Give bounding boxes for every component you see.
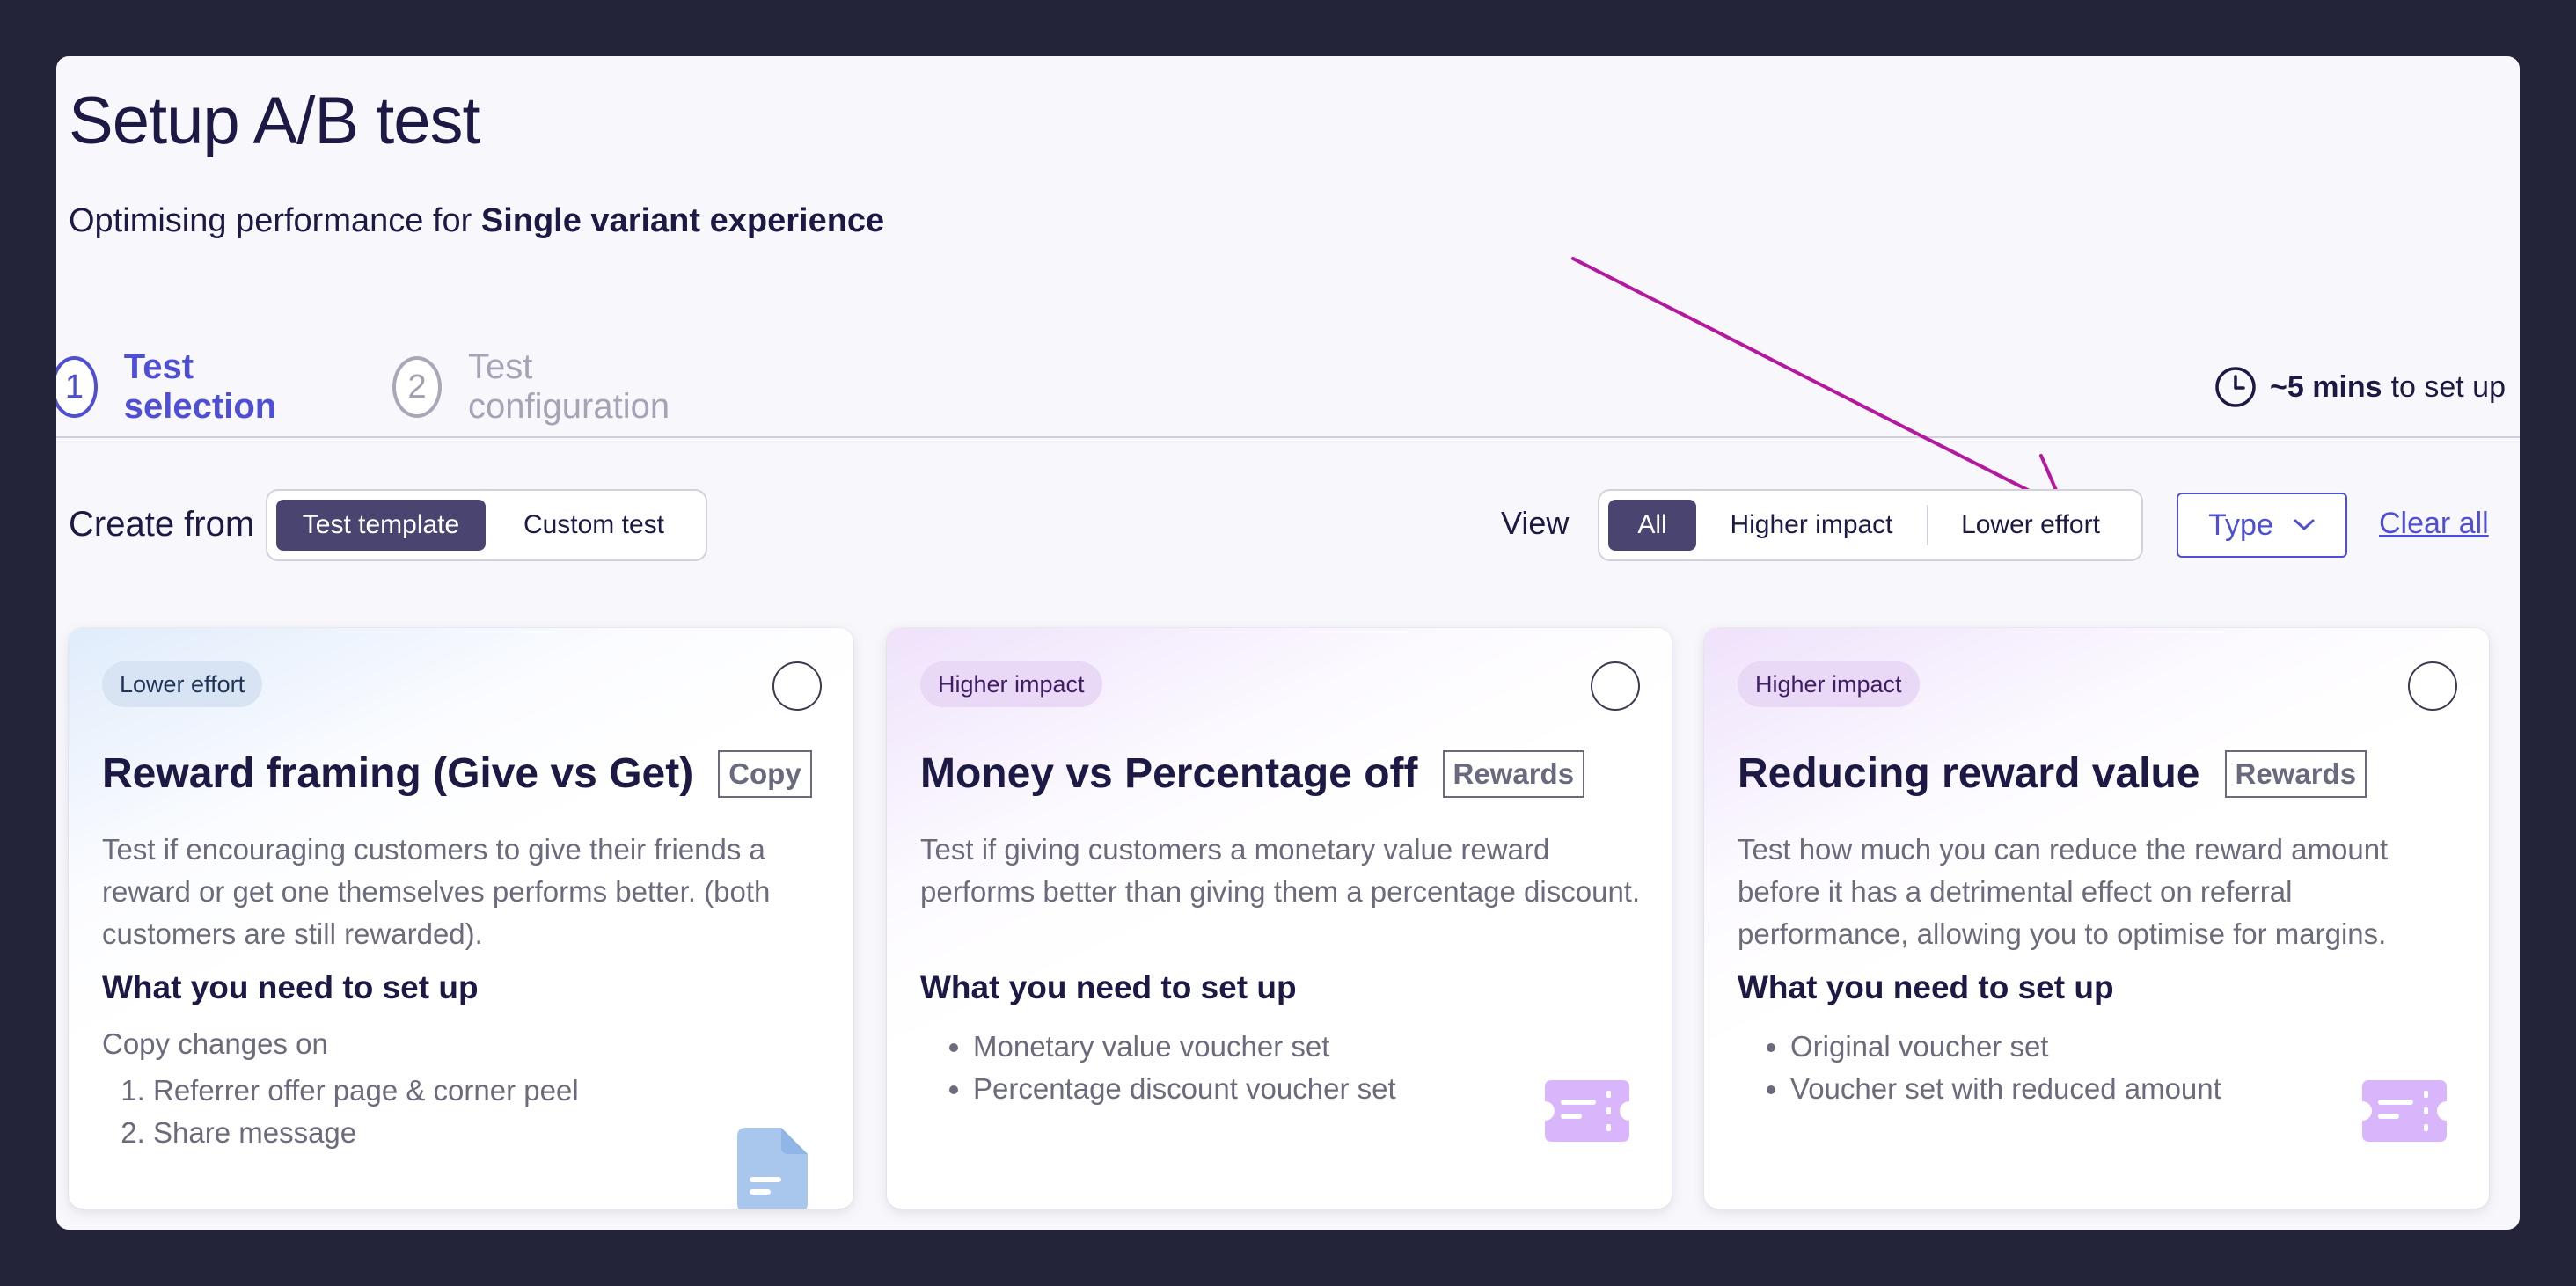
custom-test-button[interactable]: Custom test [491,500,697,551]
list-item: Referrer offer page & corner peel [153,1070,579,1112]
step-number: 1 [56,356,98,418]
voucher-icon [2362,1080,2447,1142]
test-template-button[interactable]: Test template [276,500,486,551]
category-tag: Rewards [2224,749,2367,798]
card-title: Reward framing (Give vs Get) [102,750,694,797]
template-card-money-vs-percentage[interactable]: Higher impact Money vs Percentage off Re… [887,628,1672,1209]
template-card-reward-framing[interactable]: Lower effort Reward framing (Give vs Get… [69,628,853,1209]
clock-icon [2215,367,2256,407]
category-tag: Copy [718,749,812,798]
view-filter-toggle: All Higher impact Lower effort [1598,489,2143,561]
requirements-list: Monetary value voucher set Percentage di… [904,1026,1396,1110]
view-lower-effort-button[interactable]: Lower effort [1928,500,2133,551]
setup-time: ~5 mins to set up [2214,352,2506,422]
chevron-down-icon [2294,519,2315,530]
step-label: Test configuration [468,347,670,426]
view-label: View [1501,505,1570,541]
card-title-row: Money vs Percentage off Rewards [920,749,1585,798]
list-item: Original voucher set [1790,1026,2221,1068]
page-title: Setup A/B test [69,84,481,158]
category-tag: Rewards [1442,749,1585,798]
requirements-list: Referrer offer page & corner peel Share … [86,1070,579,1154]
page-subtitle: Optimising performance for Single varian… [69,202,884,240]
setup-requirements-heading: What you need to set up [1738,969,2114,1005]
card-description: Test if encouraging customers to give th… [102,833,771,950]
select-radio[interactable] [772,661,822,711]
setup-time-value: ~5 mins [2270,369,2382,404]
card-title: Money vs Percentage off [920,750,1418,797]
type-dropdown-label: Type [2208,508,2273,542]
setup-time-suffix: to set up [2390,369,2506,404]
step-test-configuration[interactable]: 2 Test configuration [392,347,682,426]
create-from-label: Create from [69,505,255,544]
card-title: Reducing reward value [1738,750,2200,797]
template-card-reducing-reward-value[interactable]: Higher impact Reducing reward value Rewa… [1704,628,2489,1209]
clear-all-link[interactable]: Clear all [2379,507,2489,541]
stepper-divider [56,436,2520,438]
setup-panel: Setup A/B test Optimising performance fo… [56,56,2520,1230]
card-title-row: Reward framing (Give vs Get) Copy [102,749,812,798]
requirements-list: Original voucher set Voucher set with re… [1722,1026,2221,1110]
list-item: Voucher set with reduced amount [1790,1068,2221,1110]
subtitle-prefix: Optimising performance for [69,202,472,239]
copy-changes-note: Copy changes on [102,1027,328,1060]
document-icon [737,1128,808,1209]
view-higher-impact-button[interactable]: Higher impact [1696,500,1927,551]
select-radio[interactable] [1591,661,1640,711]
create-from-toggle: Test template Custom test [266,489,707,561]
voucher-icon [1545,1080,1629,1142]
step-number: 2 [392,356,443,418]
list-item: Share message [153,1112,579,1154]
step-test-selection[interactable]: 1 Test selection [56,347,291,426]
step-label: Test selection [123,347,277,426]
list-item: Monetary value voucher set [973,1026,1396,1068]
card-description: Test how much you can reduce the reward … [1738,833,2389,950]
setup-requirements-heading: What you need to set up [102,969,479,1005]
type-dropdown[interactable]: Type [2177,493,2347,558]
select-radio[interactable] [2408,661,2457,711]
card-title-row: Reducing reward value Rewards [1738,749,2367,798]
impact-badge: Higher impact [920,661,1102,707]
view-all-button[interactable]: All [1608,500,1696,551]
list-item: Percentage discount voucher set [973,1068,1396,1110]
setup-requirements-heading: What you need to set up [920,969,1297,1005]
experience-name: Single variant experience [480,202,885,239]
effort-badge: Lower effort [102,661,263,707]
card-description: Test if giving customers a monetary valu… [920,833,1641,908]
impact-badge: Higher impact [1738,661,1920,707]
